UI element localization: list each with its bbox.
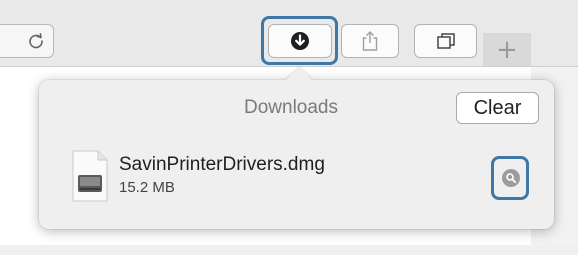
downloads-button-highlight — [261, 16, 338, 65]
downloads-title: Downloads — [244, 97, 338, 118]
page-background-bottom — [0, 245, 578, 255]
share-button[interactable] — [341, 24, 399, 58]
reload-icon[interactable] — [26, 31, 46, 51]
magnifier-reveal-icon[interactable] — [502, 169, 520, 187]
clear-button[interactable]: Clear — [456, 92, 539, 124]
tab-overview-icon — [436, 33, 455, 49]
dmg-file-icon — [72, 150, 108, 202]
plus-icon: + — [496, 34, 518, 65]
download-file-size: 15.2 MB — [119, 179, 175, 196]
popover-arrow — [285, 67, 313, 81]
new-tab-button[interactable]: + — [483, 33, 531, 66]
magnifier-glyph-icon — [506, 173, 517, 184]
share-icon — [362, 31, 378, 51]
tab-overview-button[interactable] — [414, 24, 477, 58]
download-file-name[interactable]: SavinPrinterDrivers.dmg — [119, 154, 325, 176]
